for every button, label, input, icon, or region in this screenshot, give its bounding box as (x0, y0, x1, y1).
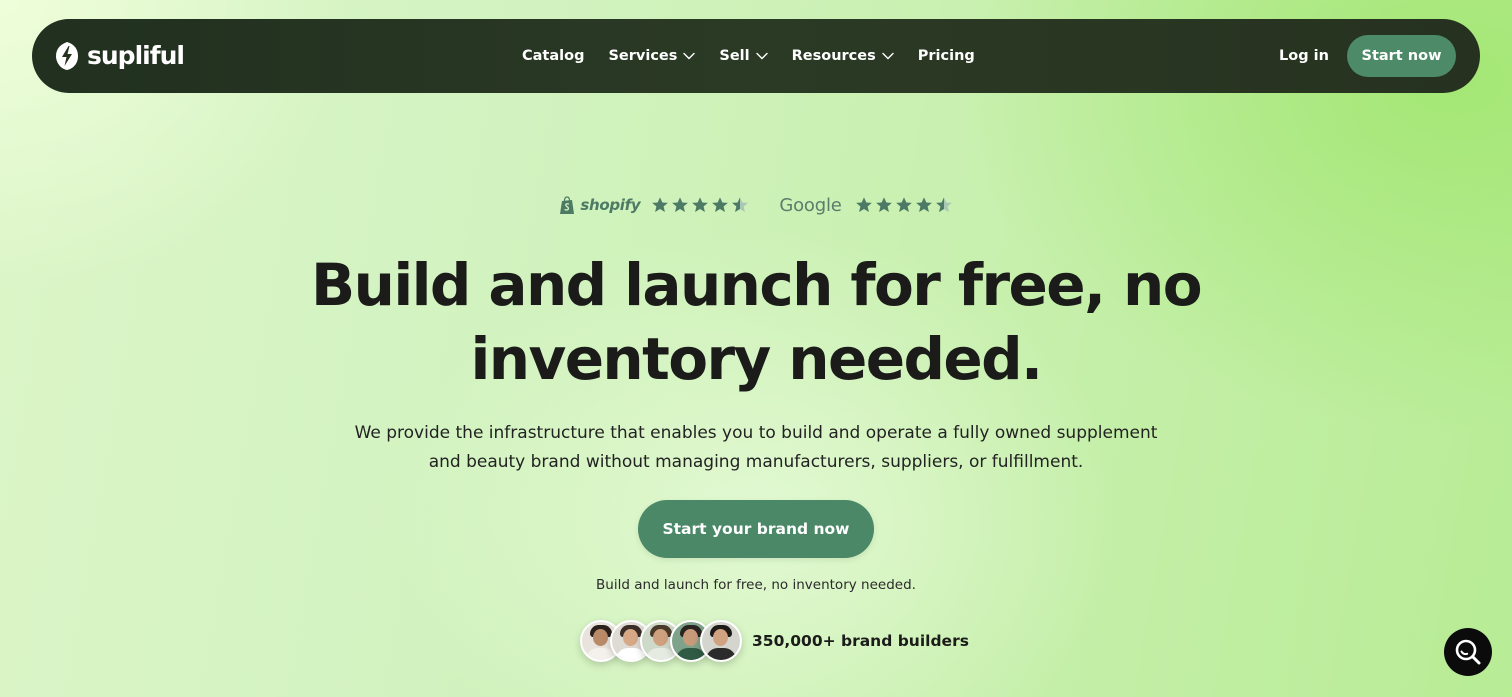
half-star-icon (732, 197, 749, 213)
nav-item-sell[interactable]: Sell (719, 48, 768, 64)
subtext-line-1: We provide the infrastructure that enabl… (354, 423, 1158, 443)
google-stars (855, 196, 953, 214)
start-your-brand-button[interactable]: Start your brand now (638, 500, 874, 558)
subtext-line-2: and beauty brand without managing manufa… (428, 452, 1084, 472)
headline-line-1: Build and launch for free, no (311, 251, 1203, 319)
star-icon (652, 197, 669, 213)
chevron-down-icon (755, 52, 768, 60)
brand-builders-count: 350,000+ brand builders (752, 632, 969, 650)
chevron-down-icon (882, 52, 894, 60)
nav-item-catalog[interactable]: Catalog (522, 48, 584, 64)
hero-headline: Build and launch for free, no inventory … (256, 248, 1256, 396)
nav-item-services[interactable]: Services (608, 48, 696, 64)
google-label: Google (779, 194, 842, 216)
shopify-label: shopify (580, 196, 641, 214)
shopify-bag-icon (560, 195, 575, 214)
google-rating: Google (779, 195, 952, 216)
login-link[interactable]: Log in (1279, 19, 1329, 93)
bolt-logo-icon (56, 42, 78, 70)
shopify-stars (651, 196, 749, 214)
nav-item-label: Services (608, 48, 678, 64)
logo[interactable]: supliful (55, 39, 185, 73)
chevron-down-icon (683, 52, 696, 60)
nav-item-label: Resources (791, 48, 876, 64)
half-star-icon (935, 197, 952, 213)
start-now-button[interactable]: Start now (1347, 35, 1456, 77)
nav-item-label: Sell (719, 48, 750, 64)
nav-item-pricing[interactable]: Pricing (918, 48, 975, 64)
search-chat-icon (1455, 639, 1481, 665)
ratings-row: shopify Google (0, 190, 1512, 220)
nav-item-label: Catalog (522, 48, 585, 64)
search-chat-button[interactable] (1444, 628, 1492, 676)
star-icon (875, 197, 892, 213)
star-icon (855, 197, 872, 213)
avatar-stack (580, 620, 742, 662)
nav-item-label: Pricing (917, 48, 975, 64)
star-icon (915, 197, 932, 213)
star-icon (692, 197, 709, 213)
main-menu: Catalog Services Sell Resources Pricing (522, 19, 999, 93)
star-icon (712, 197, 729, 213)
star-icon (672, 197, 689, 213)
star-icon (895, 197, 912, 213)
top-navbar: supliful Catalog Services Sell Resources… (32, 19, 1480, 93)
headline-line-2: inventory needed. (470, 325, 1044, 393)
logo-text: supliful (87, 41, 185, 70)
hero-subtext: We provide the infrastructure that enabl… (306, 419, 1206, 477)
cta-caption: Build and launch for free, no inventory … (596, 577, 916, 593)
avatar (700, 620, 742, 662)
social-proof: 350,000+ brand builders (580, 619, 969, 663)
shopify-rating: shopify (559, 195, 749, 215)
nav-item-resources[interactable]: Resources (792, 48, 894, 64)
